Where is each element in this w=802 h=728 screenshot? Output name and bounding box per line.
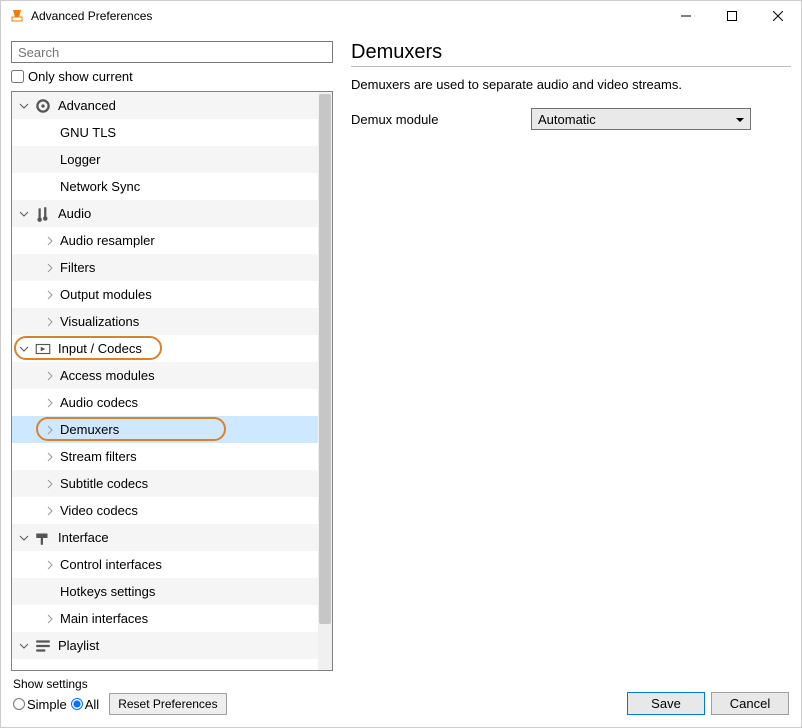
reset-preferences-button[interactable]: Reset Preferences [109, 693, 226, 715]
tree-node-audio[interactable]: Audio [12, 200, 332, 227]
chevron-right-icon[interactable] [42, 449, 58, 465]
app-icon [9, 8, 25, 24]
chevron-down-icon[interactable] [16, 530, 32, 546]
tree-node-playlist[interactable]: Playlist [12, 632, 332, 659]
tree-label: Control interfaces [60, 557, 162, 572]
tree-label: Access modules [60, 368, 155, 383]
tree-node-input-codecs[interactable]: Input / Codecs [12, 335, 332, 362]
tree-label: Advanced [58, 98, 116, 113]
tree-label: Playlist [58, 638, 99, 653]
brush-icon [34, 529, 52, 547]
demux-module-row: Demux module Automatic [351, 108, 791, 130]
chevron-right-icon[interactable] [42, 287, 58, 303]
tree-label: Stream filters [60, 449, 137, 464]
gear-icon [34, 97, 52, 115]
radio-all-input[interactable] [71, 698, 83, 710]
chevron-down-icon[interactable] [16, 206, 32, 222]
radio-simple-input[interactable] [13, 698, 25, 710]
right-pane: Demuxers Demuxers are used to separate a… [351, 41, 791, 671]
chevron-right-icon[interactable] [42, 395, 58, 411]
radio-simple[interactable]: Simple [13, 697, 67, 712]
footer: Show settings Simple All Reset Preferenc… [1, 671, 801, 727]
chevron-right-icon[interactable] [42, 314, 58, 330]
chevron-right-icon[interactable] [42, 476, 58, 492]
cancel-button[interactable]: Cancel [711, 692, 789, 715]
tree-node-logger[interactable]: Logger [12, 146, 332, 173]
chevron-down-icon[interactable] [16, 341, 32, 357]
tree-label: Interface [58, 530, 109, 545]
only-show-current-checkbox[interactable]: Only show current [11, 65, 333, 87]
chevron-right-icon[interactable] [42, 260, 58, 276]
tree-label: Audio resampler [60, 233, 155, 248]
only-show-current-label: Only show current [28, 69, 133, 84]
tree-node-gnu-tls[interactable]: GNU TLS [12, 119, 332, 146]
window-title: Advanced Preferences [31, 9, 663, 23]
tree-label: Input / Codecs [58, 341, 142, 356]
dropdown-value: Automatic [538, 112, 596, 127]
close-button[interactable] [755, 1, 801, 31]
show-settings-label: Show settings [13, 677, 227, 691]
tree-label: Output modules [60, 287, 152, 302]
left-pane: Only show current Advanced GNU TLS [11, 41, 333, 671]
chevron-right-icon[interactable] [42, 611, 58, 627]
tree-label: Main interfaces [60, 611, 148, 626]
codec-icon [34, 340, 52, 358]
scrollbar[interactable] [318, 92, 332, 670]
tree-node-control-interfaces[interactable]: Control interfaces [12, 551, 332, 578]
maximize-button[interactable] [709, 1, 755, 31]
show-settings-group: Show settings Simple All Reset Preferenc… [13, 677, 227, 715]
tree-node-subtitle-codecs[interactable]: Subtitle codecs [12, 470, 332, 497]
radio-all[interactable]: All [71, 697, 99, 712]
body: Only show current Advanced GNU TLS [1, 31, 801, 671]
titlebar: Advanced Preferences [1, 1, 801, 31]
chevron-right-icon[interactable] [42, 557, 58, 573]
tree-label: GNU TLS [60, 125, 116, 140]
tree-node-hotkeys-settings[interactable]: Hotkeys settings [12, 578, 332, 605]
tree-node-audio-codecs[interactable]: Audio codecs [12, 389, 332, 416]
chevron-right-icon[interactable] [42, 368, 58, 384]
window: Advanced Preferences Only show current A… [0, 0, 802, 728]
tree-node-filters[interactable]: Filters [12, 254, 332, 281]
save-button[interactable]: Save [627, 692, 705, 715]
tree-node-main-interfaces[interactable]: Main interfaces [12, 605, 332, 632]
tree-label: Hotkeys settings [60, 584, 155, 599]
tree-node-audio-resampler[interactable]: Audio resampler [12, 227, 332, 254]
tree-label: Audio [58, 206, 91, 221]
tree-label: Video codecs [60, 503, 138, 518]
tree-node-video-codecs[interactable]: Video codecs [12, 497, 332, 524]
chevron-right-icon[interactable] [42, 503, 58, 519]
chevron-right-icon[interactable] [42, 233, 58, 249]
tree-label: Visualizations [60, 314, 139, 329]
demux-module-dropdown[interactable]: Automatic [531, 108, 751, 130]
panel-heading: Demuxers [351, 41, 791, 64]
tree-node-stream-filters[interactable]: Stream filters [12, 443, 332, 470]
only-show-current-input[interactable] [11, 70, 24, 83]
search-input[interactable] [11, 41, 333, 63]
tree-label: Demuxers [60, 422, 119, 437]
tree-node-interface[interactable]: Interface [12, 524, 332, 551]
tree-node-access-modules[interactable]: Access modules [12, 362, 332, 389]
tree-label: Filters [60, 260, 95, 275]
tree-node-visualizations[interactable]: Visualizations [12, 308, 332, 335]
tree-node-advanced[interactable]: Advanced [12, 92, 332, 119]
minimize-button[interactable] [663, 1, 709, 31]
tree-label: Network Sync [60, 179, 140, 194]
chevron-down-icon[interactable] [16, 98, 32, 114]
audio-icon [34, 205, 52, 223]
chevron-down-icon[interactable] [16, 638, 32, 654]
panel-description: Demuxers are used to separate audio and … [351, 77, 791, 92]
tree-node-demuxers[interactable]: Demuxers [12, 416, 332, 443]
tree-label: Audio codecs [60, 395, 138, 410]
tree-node-network-sync[interactable]: Network Sync [12, 173, 332, 200]
tree-label: Subtitle codecs [60, 476, 148, 491]
tree-view: Advanced GNU TLS Logger Network Sync [11, 91, 333, 671]
demux-module-label: Demux module [351, 112, 531, 127]
tree-node-output-modules[interactable]: Output modules [12, 281, 332, 308]
tree-label: Logger [60, 152, 100, 167]
playlist-icon [34, 637, 52, 655]
chevron-right-icon[interactable] [42, 422, 58, 438]
divider [351, 66, 791, 67]
scrollbar-thumb[interactable] [319, 94, 331, 624]
